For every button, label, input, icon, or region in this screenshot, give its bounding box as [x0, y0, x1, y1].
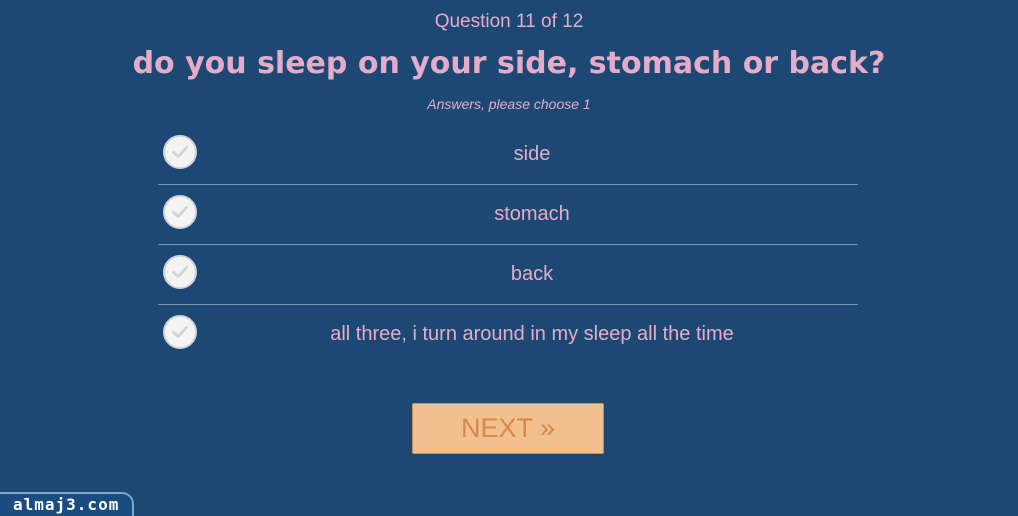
check-icon[interactable] [163, 315, 197, 349]
answer-label: back [510, 263, 554, 285]
answer-option-all-three[interactable]: all three, i turn around in my sleep all… [158, 305, 858, 364]
next-button[interactable]: NEXT » [412, 403, 604, 454]
answer-label: stomach [494, 203, 570, 225]
answer-list: side stomach back all three, i turn arou… [158, 125, 858, 364]
answer-label: side [513, 143, 551, 165]
answer-option-stomach[interactable]: stomach [158, 185, 858, 245]
question-progress: Question 11 of 12 [434, 11, 584, 32]
question-title: do you sleep on your side, stomach or ba… [132, 46, 886, 81]
answer-option-side[interactable]: side [158, 125, 858, 185]
answer-instructions: Answers, please choose 1 [427, 96, 591, 112]
quiz-card: Question 11 of 12 do you sleep on your s… [0, 0, 1018, 516]
check-icon[interactable] [163, 135, 197, 169]
answer-label: all three, i turn around in my sleep all… [330, 323, 734, 345]
check-icon[interactable] [163, 255, 197, 289]
site-watermark: almaj3.com [0, 492, 134, 516]
answer-option-back[interactable]: back [158, 245, 858, 305]
check-icon[interactable] [163, 195, 197, 229]
